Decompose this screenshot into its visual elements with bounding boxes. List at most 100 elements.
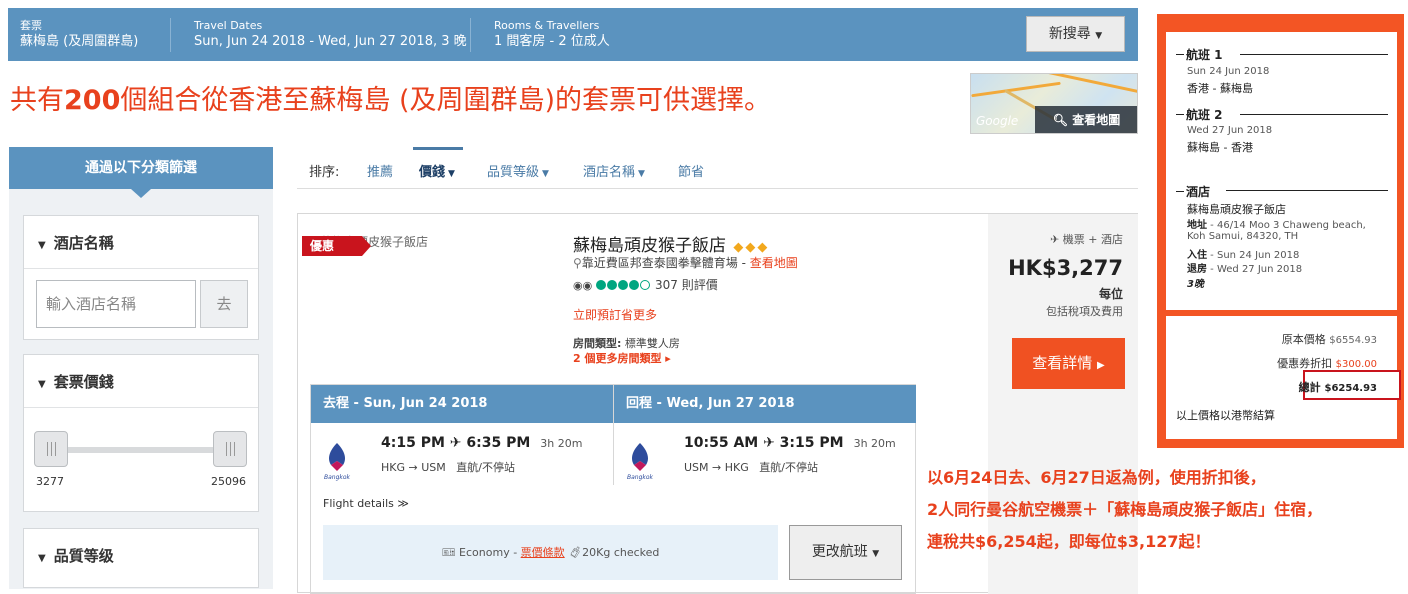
price-max-handle[interactable] [213, 431, 247, 467]
new-search-button[interactable]: 新搜尋 ▼ [1026, 16, 1125, 52]
package-type: ✈ 機票 + 酒店 [1050, 231, 1123, 247]
hotel-name-filter-toggle[interactable]: ▼ 酒店名稱 [38, 232, 114, 253]
dates-value: Sun, Jun 24 2018 - Wed, Jun 27 2018, 3 晚 [194, 34, 467, 49]
flight1-route: 香港 - 蘇梅島 [1187, 82, 1253, 95]
flight2-route: 蘇梅島 - 香港 [1187, 141, 1253, 154]
fare-info: 🎫︎ Economy - 票價條款 🧳︎20Kg checked [323, 525, 778, 580]
nights: 3晚 [1187, 279, 1204, 290]
search-icon: 🔍︎ [1052, 113, 1069, 127]
return-type: 直航/不停站 [759, 461, 818, 474]
discount-value: $300.00 [1335, 359, 1377, 370]
sort-hotel-name[interactable]: 酒店名稱 ▼ [583, 161, 645, 180]
hotel-view-map-link[interactable]: 查看地圖 [750, 256, 798, 270]
rating-bubble-icon [629, 280, 640, 290]
luggage-icon: 🧳︎ [568, 546, 583, 559]
change-flight-label: 更改航班 [811, 544, 868, 560]
address-label: 地址 [1187, 220, 1207, 231]
hotel-title: 酒店 [1175, 185, 1211, 199]
hotel-name-link[interactable]: 蘇梅島頑皮猴子飯店 ◆ ◆ ◆ [573, 231, 767, 256]
travel-dates-summary: Travel Dates Sun, Jun 24 2018 - Wed, Jun… [194, 19, 467, 51]
price-min-handle[interactable] [34, 431, 68, 467]
total-value: $6254.93 [1324, 383, 1377, 394]
package-summary: 套票 蘇梅島 (及周圍群島) [20, 19, 138, 51]
divider [24, 407, 258, 408]
caret-down-icon: ▼ [38, 240, 46, 251]
hotel-name: 蘇梅島頑皮猴子飯店 [573, 236, 726, 256]
sort-recommended[interactable]: 推薦 [367, 161, 393, 180]
original-price-label: 原本價格 [1281, 333, 1326, 346]
hotel-name-input[interactable]: 輸入酒店名稱 [36, 280, 196, 328]
price-slider-track[interactable] [38, 447, 238, 453]
more-room-types-link[interactable]: 2 個更多房間類型 ▸ [573, 350, 671, 366]
search-summary-bar: 套票 蘇梅島 (及周圍群島) Travel Dates Sun, Jun 24 … [8, 8, 1138, 61]
diamond-icon: ◆ [733, 240, 744, 255]
filter-header: 通過以下分類篩選 [9, 147, 273, 189]
outbound-time-text: 4:15 PM ✈ 6:35 PM [381, 435, 531, 451]
rating-bubble-icon [607, 280, 618, 290]
quality-filter-title: 品質等级 [53, 547, 114, 565]
hotel-name-go-button[interactable]: 去 [200, 280, 248, 328]
result-count: 200 [64, 85, 121, 116]
return-route-text: USM → HKG [684, 461, 749, 474]
includes-taxes: 包括稅項及費用 [1046, 305, 1123, 318]
divider [613, 385, 614, 485]
view-map-button[interactable]: 🔍︎ 查看地圖 [1035, 106, 1137, 133]
address-value: - 46/14 Moo 3 Chaweng beach, [1207, 220, 1366, 231]
price-filter-toggle[interactable]: ▼ 套票價錢 [38, 371, 114, 392]
chevron-down-icon: ▼ [1095, 31, 1103, 41]
return-duration: 3h 20m [853, 437, 896, 450]
flight-details-toggle[interactable]: Flight details ≫ [323, 497, 409, 510]
baggage-allowance: 20Kg checked [582, 546, 660, 559]
view-details-button[interactable]: 查看詳情 ▶ [1012, 338, 1125, 389]
dates-label: Travel Dates [194, 19, 263, 32]
caret-down-icon: ▼ [638, 169, 645, 179]
sort-quality[interactable]: 品質等級 ▼ [487, 161, 549, 180]
hotel-reviews[interactable]: ◉◉ 307 則評價 [573, 276, 718, 293]
sort-price[interactable]: 價錢 ▼ [413, 147, 463, 180]
outbound-header: 去程 - Sun, Jun 24 2018 [311, 385, 613, 423]
booking-summary: 航班 1 Sun 24 Jun 2018 香港 - 蘇梅島 航班 2 Wed 2… [1157, 14, 1404, 448]
original-price-value: $6554.93 [1329, 335, 1377, 346]
outbound-duration: 3h 20m [540, 437, 583, 450]
divider [24, 268, 258, 269]
caret-down-icon: ▼ [448, 169, 455, 179]
chevron-right-icon: ▶ [1097, 360, 1105, 371]
total-label: 總計 [1298, 381, 1321, 394]
view-details-label: 查看詳情 [1032, 354, 1093, 372]
quality-filter: ▼ 品質等级 [23, 528, 259, 588]
hotel-address: 地址 - 46/14 Moo 3 Chaweng beach, [1187, 216, 1366, 231]
flight2-title: 航班 2 [1176, 108, 1223, 122]
price-filter-title: 套票價錢 [53, 373, 114, 391]
currency-note: 以上價格以港幣結算 [1176, 409, 1275, 422]
rooms-label: Rooms & Travellers [494, 19, 600, 32]
rooms-value: 1 間客房 - 2 位成人 [494, 34, 610, 49]
fare-rules-link[interactable]: 票價條款 [521, 546, 565, 559]
book-now-text: 立即預訂省更多 [573, 308, 658, 322]
hotel-location-text: 靠近費區邦查泰國拳擊體育場 - [581, 256, 750, 270]
checkin: 入住 - Sun 24 Jun 2018 [1187, 246, 1299, 261]
package-type-text: 機票 + 酒店 [1062, 233, 1123, 246]
quality-filter-toggle[interactable]: ▼ 品質等级 [38, 545, 114, 566]
return-route: USM → HKG 直航/不停站 [684, 459, 818, 475]
package-price: HK$3,277 [1008, 256, 1123, 280]
return-times: 10:55 AM ✈ 3:15 PM 3h 20m [684, 435, 896, 451]
hotel-address-line2: Koh Samui, 84320, TH [1187, 231, 1299, 242]
rating-bubble-icon [618, 280, 629, 290]
google-logo: Google [976, 114, 1019, 128]
sort-price-label: 價錢 [419, 165, 446, 180]
price-value: HK$3,277 [1008, 256, 1123, 280]
return-header: 回程 - Wed, Jun 27 2018 [614, 385, 916, 423]
price-min-label: 3277 [36, 475, 64, 488]
sort-savings[interactable]: 節省 [678, 161, 704, 180]
divider [1226, 190, 1388, 191]
flight2-date: Wed 27 Jun 2018 [1187, 125, 1273, 136]
map-preview[interactable]: Google 🔍︎ 查看地圖 [970, 73, 1138, 134]
headline-post: 個組合從香港至蘇梅島 (及周圍群島)的套票可供選擇。 [120, 85, 772, 116]
return-time-text: 10:55 AM ✈ 3:15 PM [684, 435, 844, 451]
change-flight-button[interactable]: 更改航班 ▼ [789, 525, 902, 580]
summary-hotel-name: 蘇梅島頑皮猴子飯店 [1187, 203, 1286, 216]
sort-bar: 排序: 推薦 價錢 ▼ 品質等級 ▼ 酒店名稱 ▼ 節省 [297, 147, 1138, 189]
view-map-label: 查看地圖 [1072, 113, 1121, 127]
caret-down-icon: ▼ [542, 169, 549, 179]
svg-text:Bangkok: Bangkok [324, 474, 351, 481]
